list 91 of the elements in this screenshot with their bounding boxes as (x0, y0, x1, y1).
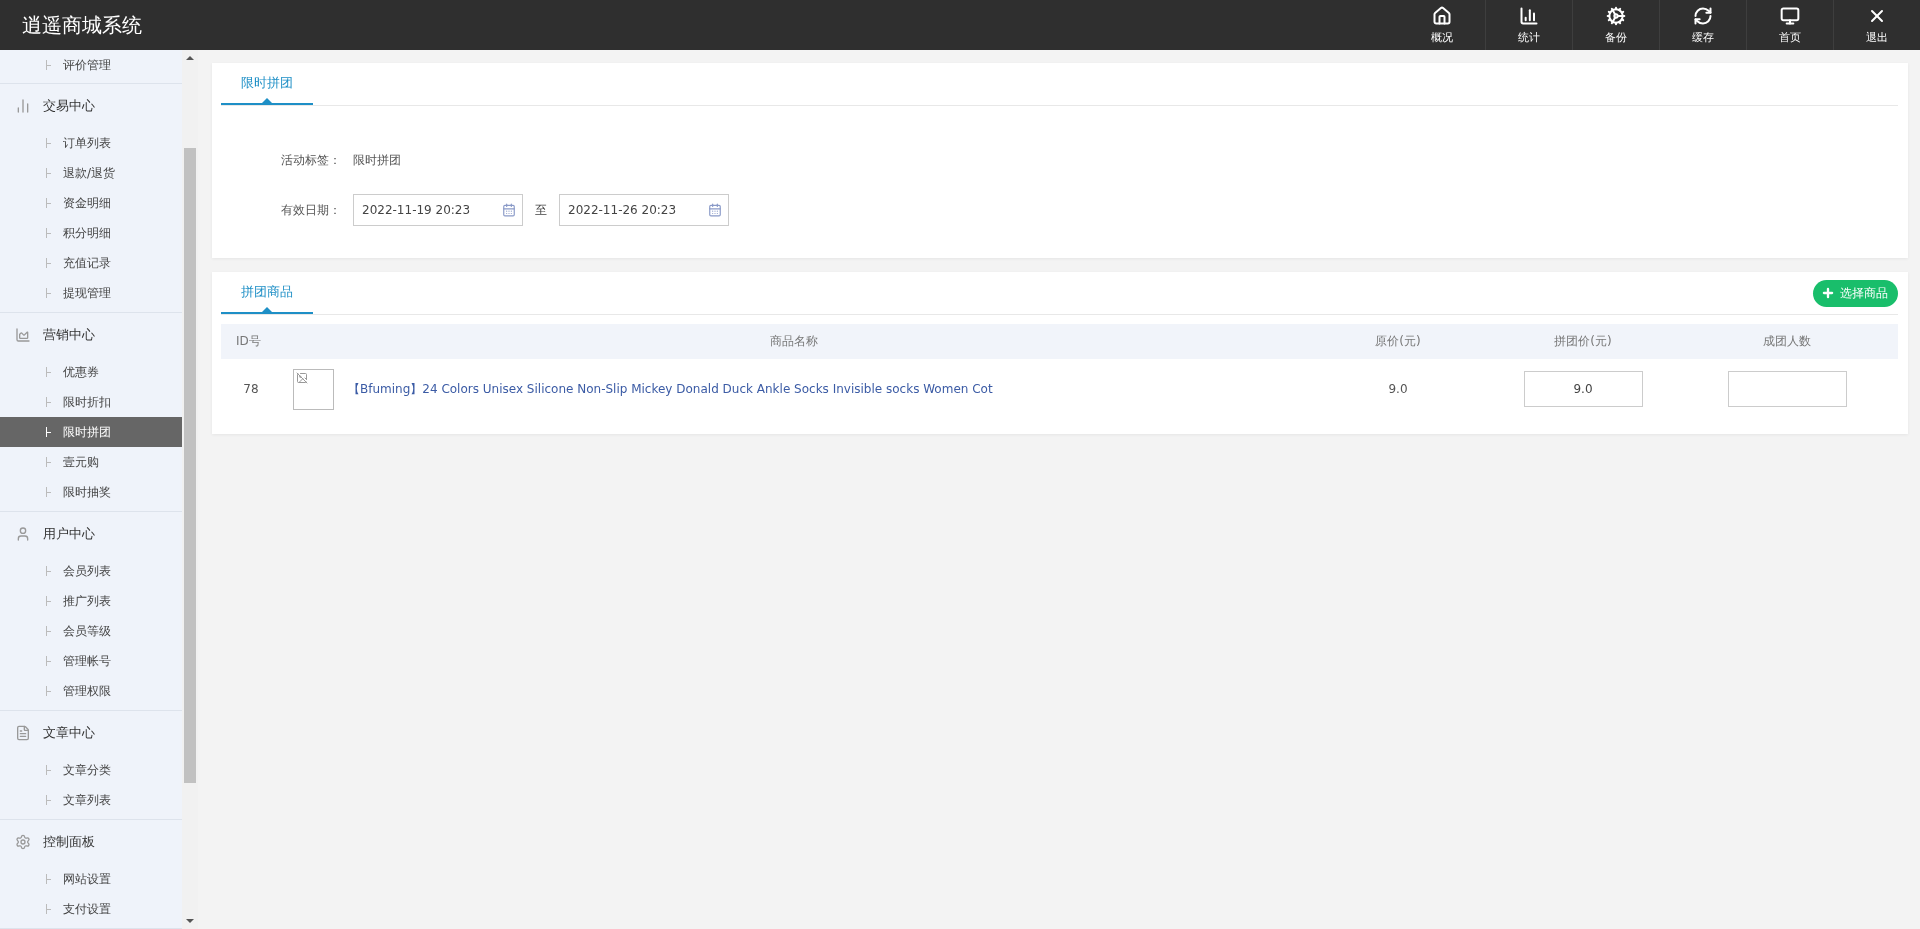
sidebar-group-header[interactable]: 交易中心 (0, 84, 182, 128)
refresh-icon (1693, 5, 1713, 26)
item-label: 提现管理 (63, 284, 111, 302)
item-label: 管理帐号 (63, 652, 111, 670)
sidebar-item[interactable]: 资金明细 (0, 188, 182, 218)
column-header: 原价(元) (1374, 333, 1422, 350)
tab[interactable]: 限时拼团 (221, 63, 313, 105)
home-icon (1431, 5, 1452, 26)
gear-icon (15, 834, 31, 850)
item-label: 订单列表 (63, 134, 111, 152)
nav-button[interactable]: 缓存 (1659, 0, 1746, 50)
table-cell-text: 78 (242, 382, 260, 396)
group-title: 文章中心 (43, 724, 95, 742)
nav-button[interactable]: 概况 (1398, 0, 1485, 50)
sidebar-group-header[interactable]: 控制面板 (0, 820, 182, 864)
field-value: 限时拼团 (353, 151, 401, 169)
sidebar-item[interactable]: 管理帐号 (0, 646, 182, 676)
item-label: 积分明细 (63, 224, 111, 242)
item-label: 文章列表 (63, 791, 111, 809)
calendar-icon (708, 203, 722, 217)
bar-chart-icon (1519, 5, 1539, 26)
gear-icon (1606, 5, 1626, 26)
item-label: 管理权限 (63, 682, 111, 700)
field-label: 活动标签： (280, 151, 341, 169)
monitor-icon (1780, 5, 1800, 26)
sidebar-item[interactable]: 支付设置 (0, 894, 182, 924)
sidebar-item[interactable]: 限时折扣 (0, 387, 182, 417)
sidebar-item[interactable]: 提现管理 (0, 278, 182, 308)
group-title: 营销中心 (43, 326, 95, 344)
item-label: 网站设置 (63, 870, 111, 888)
item-label: 文章分类 (63, 761, 111, 779)
item-label: 限时抽奖 (63, 483, 111, 501)
item-label: 支付设置 (63, 900, 111, 918)
item-label: 推广列表 (63, 592, 111, 610)
column-header: 成团人数 (1762, 333, 1812, 350)
range-separator: 至 (535, 201, 547, 219)
plus-icon (1821, 286, 1835, 300)
item-label: 会员列表 (63, 562, 111, 580)
field-label: 有效日期： (280, 201, 341, 219)
document-icon (15, 725, 31, 741)
sidebar-item[interactable]: 优惠券 (0, 357, 182, 387)
end-date-field[interactable]: 2022-11-26 20:23 (559, 194, 729, 226)
column-header: 商品名称 (768, 333, 819, 350)
start-date-field[interactable]: 2022-11-19 20:23 (353, 194, 523, 226)
broken-image-icon (293, 368, 334, 410)
sidebar-item[interactable]: 充值记录 (0, 248, 182, 278)
item-label: 充值记录 (63, 254, 111, 272)
nav-button[interactable]: 首页 (1746, 0, 1833, 50)
sidebar-group-header[interactable]: 文章中心 (0, 711, 182, 755)
sidebar-item[interactable]: 积分明细 (0, 218, 182, 248)
item-label: 会员等级 (63, 622, 111, 640)
sidebar-group-header[interactable]: 营销中心 (0, 313, 182, 357)
sidebar-item[interactable]: 会员列表 (0, 556, 182, 586)
column-header: 拼团价(元) (1553, 333, 1613, 350)
sidebar-item[interactable]: 管理权限 (0, 676, 182, 706)
item-label: 壹元购 (63, 453, 99, 471)
area-chart-icon (15, 327, 31, 343)
sidebar-item[interactable]: 推广列表 (0, 586, 182, 616)
tab[interactable]: 拼团商品 (221, 272, 313, 314)
app-title: 逍遥商城系统 (22, 11, 142, 39)
calendar-icon (502, 203, 516, 217)
sidebar-item[interactable]: 壹元购 (0, 447, 182, 477)
table-cell-text: 9.0 (1387, 382, 1409, 396)
sidebar-item[interactable]: 评价管理 (0, 50, 182, 80)
sidebar-item[interactable]: 限时拼团 (0, 417, 182, 447)
item-label: 评价管理 (63, 56, 111, 74)
user-icon (15, 526, 31, 542)
sidebar-item[interactable]: 限时抽奖 (0, 477, 182, 507)
group-size-input[interactable] (1727, 371, 1847, 407)
sidebar-item[interactable]: 文章分类 (0, 755, 182, 785)
nav-button[interactable]: 统计 (1485, 0, 1572, 50)
item-label: 资金明细 (63, 194, 111, 212)
group-title: 控制面板 (43, 833, 95, 851)
item-label: 限时折扣 (63, 393, 111, 411)
item-label: 限时拼团 (63, 423, 111, 441)
sidebar-item[interactable]: 退款/退货 (0, 158, 182, 188)
nav-button[interactable]: 备份 (1572, 0, 1659, 50)
item-label: 退款/退货 (63, 164, 116, 182)
sidebar-item[interactable]: 会员等级 (0, 616, 182, 646)
group-title: 交易中心 (43, 97, 95, 115)
bar-chart-icon (15, 98, 31, 114)
nav-button[interactable]: 退出 (1833, 0, 1920, 50)
sidebar-item[interactable]: 文章列表 (0, 785, 182, 815)
sidebar-item[interactable]: 订单列表 (0, 128, 182, 158)
group-price-input[interactable]: 9.0 (1523, 371, 1643, 407)
column-header: ID号 (235, 333, 262, 350)
product-link[interactable]: 【Bfuming】24 Colors Unisex Silicone Non-Slip Mickey Donald Duck Ankle Socks Invisible socks Women Cot (348, 380, 993, 398)
sidebar-item[interactable]: 网站设置 (0, 864, 182, 894)
item-label: 优惠券 (63, 363, 99, 381)
sidebar-group-header[interactable]: 用户中心 (0, 512, 182, 556)
group-title: 用户中心 (43, 525, 95, 543)
